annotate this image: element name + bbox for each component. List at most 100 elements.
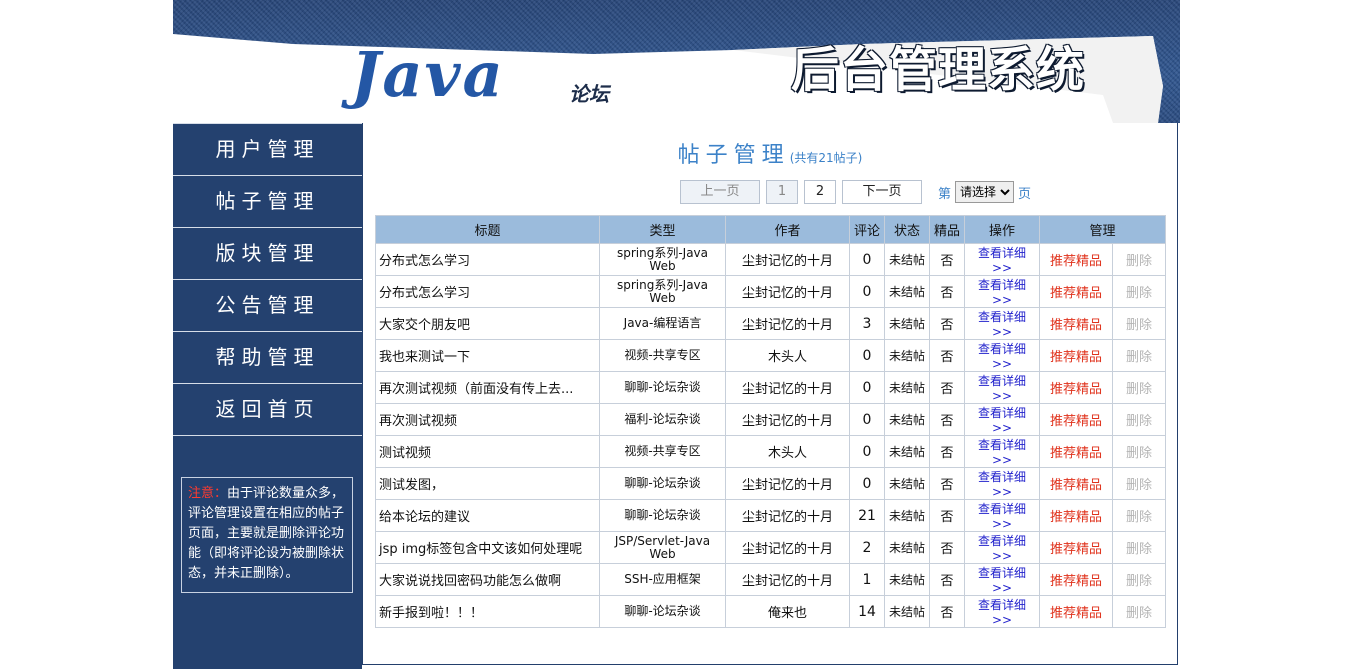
table-row: 测试视频 视频-共享专区 木头人 0 未结帖否查看详细>> 推荐精品 删除 <box>375 435 1167 468</box>
table-row: 大家交个朋友吧 Java-编程语言 尘封记忆的十月 3 未结帖否查看详细>> 推荐精品 删除 <box>375 307 1167 340</box>
table-body: 分布式怎么学习 spring系列-Java Web 尘封记忆的十月 0 未结帖否查看详细… <box>375 243 1167 628</box>
post-state-cell: 未结帖 <box>884 307 930 340</box>
view-detail-link[interactable]: 查看详细>> <box>964 371 1040 404</box>
delete-link[interactable]: 删除 <box>1111 275 1167 308</box>
sidebar-item-posts[interactable]: 帖子管理 <box>173 176 362 228</box>
table-row: jsp img标签包含中文该如何处理呢 JSP/Servlet-Java Web 尘… <box>375 531 1167 564</box>
delete-link[interactable]: 删除 <box>1111 403 1167 436</box>
delete-link[interactable]: 删除 <box>1111 563 1167 596</box>
forum-logo-subtitle: 论坛 <box>569 82 609 106</box>
fine-flag-cell: 否 <box>929 403 965 436</box>
sidebar-item-boards[interactable]: 版块管理 <box>173 228 362 280</box>
post-author-cell: 尘封记忆的十月 <box>725 371 850 404</box>
recommend-fine-link[interactable]: 推荐精品 <box>1039 307 1113 340</box>
page-1-button[interactable]: 1 <box>766 180 798 204</box>
post-state-cell: 未结帖 <box>884 243 930 276</box>
view-detail-link[interactable]: 查看详细>> <box>964 531 1040 564</box>
recommend-fine-link[interactable]: 推荐精品 <box>1039 339 1113 372</box>
posts-table: 标题 类型 作者 评论 状态 精品 操作 管理 分布式怎么学习 spring系列-… <box>375 215 1167 628</box>
prev-page-button[interactable]: 上一页 <box>680 180 760 204</box>
recommend-fine-link[interactable]: 推荐精品 <box>1039 435 1113 468</box>
delete-link[interactable]: 删除 <box>1111 595 1167 628</box>
pager: 上一页 1 2 下一页 第 请选择 页 <box>680 180 1035 204</box>
post-state-cell: 未结帖 <box>884 595 930 628</box>
post-title-cell: 新手报到啦！！！ <box>375 595 600 628</box>
comment-count-cell: 14 <box>849 595 885 628</box>
comment-count-cell: 0 <box>849 467 885 500</box>
post-author-cell: 木头人 <box>725 435 850 468</box>
page-select[interactable]: 请选择 <box>955 181 1015 203</box>
post-state-cell: 未结帖 <box>884 531 930 564</box>
post-title-cell: 分布式怎么学习 <box>375 275 600 308</box>
col-header-manage: 管理 <box>1038 215 1167 244</box>
recommend-fine-link[interactable]: 推荐精品 <box>1039 499 1113 532</box>
sidebar-item-notices[interactable]: 公告管理 <box>173 280 362 332</box>
sidebar-item-home[interactable]: 返回首页 <box>173 384 362 436</box>
post-state-cell: 未结帖 <box>884 435 930 468</box>
post-count: (共有21帖子) <box>789 151 863 165</box>
post-author-cell: 尘封记忆的十月 <box>725 307 850 340</box>
delete-link[interactable]: 删除 <box>1111 339 1167 372</box>
col-header-author: 作者 <box>725 215 850 244</box>
view-detail-link[interactable]: 查看详细>> <box>964 307 1040 340</box>
recommend-fine-link[interactable]: 推荐精品 <box>1039 371 1113 404</box>
sidebar: 用户管理 帖子管理 版块管理 公告管理 帮助管理 返回首页 注意：由于评论数量众多，评论管… <box>173 123 362 669</box>
view-detail-link[interactable]: 查看详细>> <box>964 563 1040 596</box>
delete-link[interactable]: 删除 <box>1111 435 1167 468</box>
view-detail-link[interactable]: 查看详细>> <box>964 595 1040 628</box>
page-title: 帖子管理(共有21帖子) <box>363 137 1177 169</box>
post-author-cell: 尘封记忆的十月 <box>725 467 850 500</box>
view-detail-link[interactable]: 查看详细>> <box>964 403 1040 436</box>
view-detail-link[interactable]: 查看详细>> <box>964 275 1040 308</box>
table-row: 给本论坛的建议 聊聊-论坛杂谈 尘封记忆的十月 21 未结帖否查看详细>> 推荐精品 删除 <box>375 499 1167 532</box>
fine-flag-cell: 否 <box>929 531 965 564</box>
post-state-cell: 未结帖 <box>884 371 930 404</box>
delete-link[interactable]: 删除 <box>1111 499 1167 532</box>
view-detail-link[interactable]: 查看详细>> <box>964 467 1040 500</box>
recommend-fine-link[interactable]: 推荐精品 <box>1039 563 1113 596</box>
recommend-fine-link[interactable]: 推荐精品 <box>1039 595 1113 628</box>
delete-link[interactable]: 删除 <box>1111 243 1167 276</box>
page-container: Java 论坛 后台管理系统 用户管理 帖子管理 版块管理 公告管理 帮助管理 返回首页 … <box>173 0 1180 669</box>
next-page-button[interactable]: 下一页 <box>842 180 922 204</box>
recommend-fine-link[interactable]: 推荐精品 <box>1039 243 1113 276</box>
recommend-fine-link[interactable]: 推荐精品 <box>1039 531 1113 564</box>
view-detail-link[interactable]: 查看详细>> <box>964 243 1040 276</box>
page-2-button[interactable]: 2 <box>804 180 836 204</box>
post-state-cell: 未结帖 <box>884 563 930 596</box>
table-row: 大家说说找回密码功能怎么做啊 SSH-应用框架 尘封记忆的十月 1 未结帖否查看详细>>… <box>375 563 1167 596</box>
fine-flag-cell: 否 <box>929 307 965 340</box>
recommend-fine-link[interactable]: 推荐精品 <box>1039 275 1113 308</box>
post-title-cell: 分布式怎么学习 <box>375 243 600 276</box>
delete-link[interactable]: 删除 <box>1111 371 1167 404</box>
post-type-cell: SSH-应用框架 <box>599 563 726 596</box>
view-detail-link[interactable]: 查看详细>> <box>964 339 1040 372</box>
table-row: 分布式怎么学习 spring系列-Java Web 尘封记忆的十月 0 未结帖否查看详细… <box>375 243 1167 276</box>
header-banner: Java 论坛 后台管理系统 <box>173 0 1180 123</box>
post-type-cell: 聊聊-论坛杂谈 <box>599 371 726 404</box>
page-prefix-label: 第 <box>938 186 952 202</box>
fine-flag-cell: 否 <box>929 435 965 468</box>
java-logo: Java <box>351 38 505 111</box>
sidebar-nav: 用户管理 帖子管理 版块管理 公告管理 帮助管理 返回首页 <box>173 124 362 436</box>
delete-link[interactable]: 删除 <box>1111 531 1167 564</box>
delete-link[interactable]: 删除 <box>1111 307 1167 340</box>
post-type-cell: 视频-共享专区 <box>599 435 726 468</box>
delete-link[interactable]: 删除 <box>1111 467 1167 500</box>
table-row: 再次测试视频 福利-论坛杂谈 尘封记忆的十月 0 未结帖否查看详细>> 推荐精品 删除 <box>375 403 1167 436</box>
fine-flag-cell: 否 <box>929 595 965 628</box>
comment-count-cell: 0 <box>849 435 885 468</box>
post-author-cell: 俺来也 <box>725 595 850 628</box>
post-type-cell: spring系列-Java Web <box>599 275 726 308</box>
post-title-cell: 大家说说找回密码功能怎么做啊 <box>375 563 600 596</box>
post-type-cell: Java-编程语言 <box>599 307 726 340</box>
comment-count-cell: 1 <box>849 563 885 596</box>
post-author-cell: 尘封记忆的十月 <box>725 531 850 564</box>
recommend-fine-link[interactable]: 推荐精品 <box>1039 403 1113 436</box>
col-header-fine: 精品 <box>929 215 965 244</box>
sidebar-item-help[interactable]: 帮助管理 <box>173 332 362 384</box>
view-detail-link[interactable]: 查看详细>> <box>964 435 1040 468</box>
recommend-fine-link[interactable]: 推荐精品 <box>1039 467 1113 500</box>
sidebar-item-users[interactable]: 用户管理 <box>173 124 362 176</box>
view-detail-link[interactable]: 查看详细>> <box>964 499 1040 532</box>
